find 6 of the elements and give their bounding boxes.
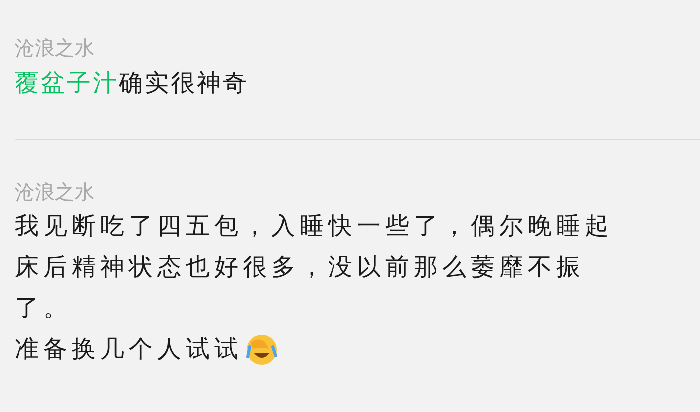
topic-link[interactable]: 覆盆子汁 bbox=[15, 69, 119, 97]
author-name: 沧浪之水 bbox=[15, 179, 96, 206]
comment-text: 我见断吃了四五包，入睡快一些了，偶尔晚睡起床后精神状态也好很多，没以前那么萎靡不振了。 bbox=[15, 211, 614, 324]
comment-text: 准备换几个人试试 bbox=[15, 334, 243, 365]
comment-text: 确实很神奇 bbox=[119, 69, 249, 97]
author-name: 沧浪之水 bbox=[15, 35, 96, 62]
